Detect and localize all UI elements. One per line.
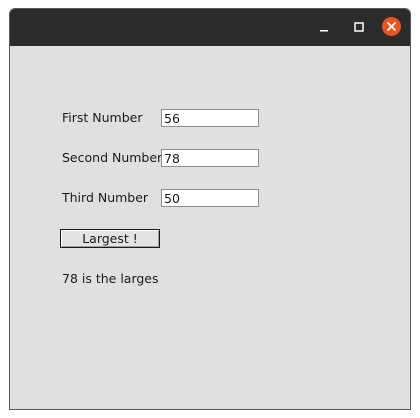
- maximize-button[interactable]: [350, 18, 368, 36]
- first-number-field[interactable]: [161, 109, 259, 127]
- minimize-icon: [320, 30, 328, 32]
- third-number-field[interactable]: [161, 189, 259, 207]
- close-icon: [387, 22, 396, 31]
- minimize-button[interactable]: [315, 18, 333, 36]
- largest-button[interactable]: Largest !: [60, 229, 160, 248]
- maximize-icon: [354, 22, 364, 32]
- first-number-label: First Number: [62, 110, 143, 125]
- third-number-label: Third Number: [62, 190, 149, 205]
- result-label: 78 is the larges: [62, 271, 159, 286]
- second-number-label: Second Number: [62, 150, 163, 165]
- title-bar: [10, 9, 410, 46]
- close-button[interactable]: [382, 17, 401, 36]
- app-window: First Number Second Number Third Number …: [9, 8, 411, 410]
- second-number-field[interactable]: [161, 149, 259, 167]
- content-pane: First Number Second Number Third Number …: [10, 46, 410, 409]
